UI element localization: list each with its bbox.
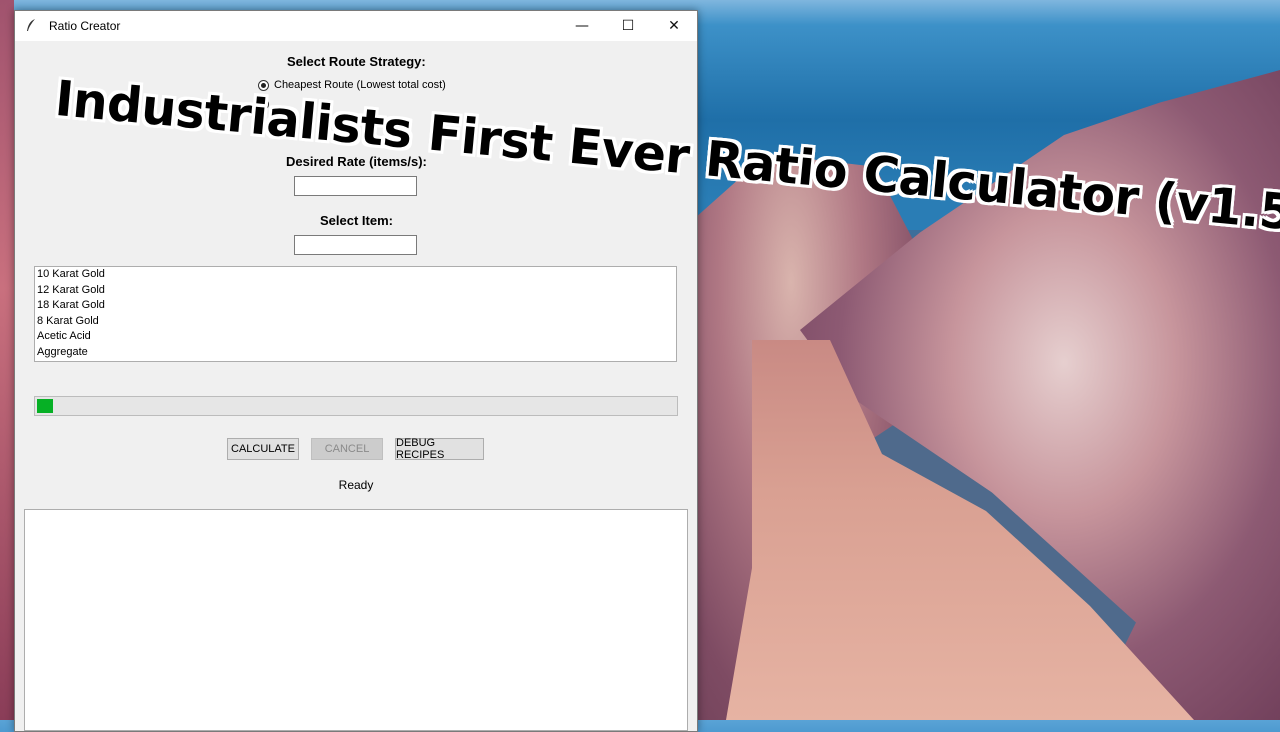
debug-recipes-button[interactable]: DEBUG RECIPES <box>395 437 484 461</box>
list-item[interactable]: 12 Karat Gold <box>35 283 676 299</box>
route-option-label: Cheapest Route (Lowest total cost) <box>274 79 446 91</box>
list-item[interactable]: 18 Karat Gold <box>35 298 676 314</box>
list-item[interactable]: Acetic Acid <box>35 329 676 345</box>
list-item[interactable]: 10 Karat Gold <box>35 267 676 283</box>
progress-bar <box>34 396 678 416</box>
calculate-button[interactable]: CALCULATE <box>227 438 299 460</box>
item-listbox[interactable]: 10 Karat Gold 12 Karat Gold 18 Karat Gol… <box>34 266 677 362</box>
minimize-icon: — <box>575 18 589 34</box>
title-bar[interactable]: Ratio Creator — ☐ ✕ <box>15 11 697 41</box>
status-text: Ready <box>338 478 374 492</box>
select-item-heading: Select Item: <box>320 213 393 228</box>
feather-icon <box>25 18 41 34</box>
route-strategy-heading: Select Route Strategy: <box>287 54 426 69</box>
close-button[interactable]: ✕ <box>651 11 697 41</box>
item-search-input[interactable] <box>294 235 417 255</box>
minimize-button[interactable]: — <box>559 11 605 41</box>
list-item[interactable]: Aggregate <box>35 345 676 361</box>
results-output[interactable] <box>24 509 688 731</box>
window-title: Ratio Creator <box>49 19 121 33</box>
desktop-edge <box>0 0 14 720</box>
maximize-button[interactable]: ☐ <box>605 11 651 41</box>
route-option-cheapest[interactable]: Cheapest Route (Lowest total cost) <box>258 79 446 91</box>
progress-fill <box>37 399 53 413</box>
list-item[interactable]: 8 Karat Gold <box>35 314 676 330</box>
maximize-icon: ☐ <box>621 18 635 34</box>
close-icon: ✕ <box>668 18 680 34</box>
cancel-button[interactable]: CANCEL <box>311 438 383 460</box>
